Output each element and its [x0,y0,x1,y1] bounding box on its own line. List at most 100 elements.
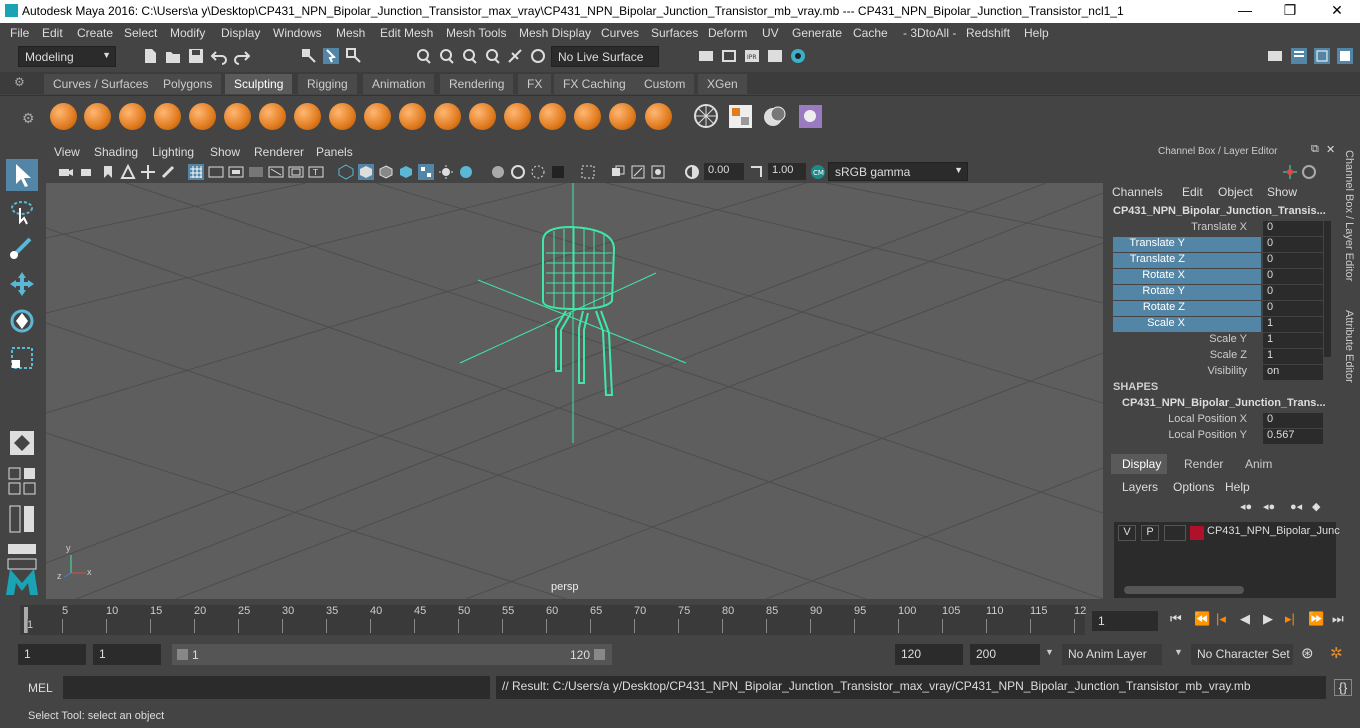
xray-icon[interactable] [490,164,506,180]
layer-name[interactable]: CP431_NPN_Bipolar_Junc [1207,525,1340,537]
attr-local-position-x[interactable]: Local Position X 0 [1113,413,1323,428]
sculpt-tool-icon[interactable] [50,103,77,130]
open-scene-icon[interactable] [164,47,182,65]
attr-translate-y[interactable]: Translate Y 0 [1113,237,1323,252]
toggle-tool-settings-icon[interactable] [1313,47,1331,65]
hypershade-icon[interactable] [789,47,807,65]
time-slider[interactable]: 1 5 10 15 20 25 30 35 40 45 50 55 60 65 70 75 80 85 90 95 10… [0,601,1360,637]
attr-scale-x[interactable]: Scale X 1 [1113,317,1323,332]
layer-menu-options[interactable]: Options [1173,480,1214,494]
play-backwards-icon[interactable]: ◀ [1240,611,1250,627]
go-to-end-icon[interactable]: ⏭ [1332,611,1344,627]
layer-tab-display[interactable]: Display [1111,454,1167,474]
grid-icon[interactable] [188,164,204,180]
bulge-tool-icon[interactable] [574,103,601,130]
chevron-down-icon[interactable]: ▼ [1174,647,1183,657]
fill-tool-icon[interactable] [469,103,496,130]
live-surface-field[interactable]: No Live Surface [551,46,659,67]
channel-box-toggle-icon[interactable] [1281,163,1299,181]
color-management-icon[interactable]: CM [810,164,826,180]
layout-outliner-icon[interactable] [6,503,38,535]
snap-live-icon[interactable] [506,47,524,65]
grab-tool-icon[interactable] [154,103,181,130]
spray-tool-icon[interactable] [294,103,321,130]
sculpt-grid-icon[interactable] [727,103,754,130]
attr-value[interactable]: 0 [1263,285,1323,300]
menu-display[interactable]: Display [221,26,260,40]
range-end-handle[interactable] [594,649,605,660]
menu-edit[interactable]: Edit [42,26,63,40]
shelf-tab-custom[interactable]: Custom [635,74,695,94]
gamma-icon[interactable] [748,164,764,180]
layer-tab-render[interactable]: Render [1172,454,1230,474]
menu-generate[interactable]: Generate [792,26,842,40]
new-scene-icon[interactable] [141,47,159,65]
exposure-icon[interactable] [684,164,700,180]
maximize-button[interactable]: ❐ [1275,2,1305,20]
layer-display-type-toggle[interactable] [1164,525,1186,541]
cb-menu-object[interactable]: Object [1218,185,1253,199]
attr-value[interactable]: 0 [1263,237,1323,252]
repeat-tool-icon[interactable] [329,103,356,130]
menu-surfaces[interactable]: Surfaces [651,26,698,40]
go-to-start-icon[interactable]: ⏮ [1170,611,1182,627]
menu-modify[interactable]: Modify [170,26,205,40]
move-layer-down-icon[interactable]: ◂● [1263,500,1275,513]
attr-value[interactable]: on [1263,365,1323,380]
float-panel-icon[interactable]: ⧉ [1311,143,1319,156]
xray-joints-icon[interactable] [510,164,526,180]
toggle-attribute-editor-icon[interactable] [1290,47,1308,65]
attr-rotate-x[interactable]: Rotate X 0 [1113,269,1323,284]
menu-edit-mesh[interactable]: Edit Mesh [380,26,433,40]
grease-pencil-icon[interactable] [160,164,176,180]
exposure-field[interactable]: 0.00 [704,163,744,180]
shadows-icon[interactable] [438,164,454,180]
mode-selector[interactable]: Modeling ▼ [18,46,116,67]
step-forward-key-icon[interactable]: ⏩ [1308,611,1324,627]
close-panel-icon[interactable]: ✕ [1326,143,1335,156]
auto-key-icon[interactable]: ⊛ [1301,644,1314,662]
menu-help[interactable]: Help [1024,26,1049,40]
playback-start-field[interactable]: 1 [93,644,161,665]
amplify-tool-icon[interactable] [609,103,636,130]
layer-visibility-toggle[interactable]: V [1118,525,1136,541]
toggle-channel-box-icon[interactable] [1336,47,1354,65]
wireframe-icon[interactable] [338,164,354,180]
save-scene-icon[interactable] [187,47,205,65]
gate-mask-icon[interactable] [248,164,264,180]
layer-list-scrollbar[interactable] [1124,586,1244,594]
attr-rotate-y[interactable]: Rotate Y 0 [1113,285,1323,300]
menu-3dtoall[interactable]: - 3DtoAll - [903,26,956,40]
attr-value[interactable]: 0 [1263,413,1323,428]
shelf-tab-animation[interactable]: Animation [363,74,435,94]
cb-menu-show[interactable]: Show [1267,185,1297,199]
rotate-tool-icon[interactable] [6,305,38,337]
layer-tab-anim[interactable]: Anim [1233,454,1281,474]
smooth-tool-icon[interactable] [84,103,111,130]
bookmark-icon[interactable] [100,164,116,180]
menu-file[interactable]: File [10,26,29,40]
menu-curves[interactable]: Curves [601,26,639,40]
current-frame-field[interactable]: 1 [1092,611,1158,631]
pinch-tool-icon[interactable] [189,103,216,130]
attr-value[interactable]: 0 [1263,269,1323,284]
shelf-tab-fx[interactable]: FX [518,74,552,94]
menu-windows[interactable]: Windows [273,26,322,40]
gamma-field[interactable]: 1.00 [768,163,806,180]
move-tool-icon[interactable] [6,268,38,300]
new-layer-icon[interactable]: ●◂ [1290,500,1302,513]
panel-menu-shading[interactable]: Shading [94,145,138,159]
safe-action-icon[interactable] [288,164,304,180]
menu-select[interactable]: Select [124,26,157,40]
layout-single-icon[interactable] [6,427,38,459]
color-space-dropdown[interactable]: sRGB gamma ▼ [828,162,968,181]
snap-curve-icon[interactable] [437,47,455,65]
shelf-menu-icon[interactable]: ⚙ [14,75,25,89]
menu-mesh-tools[interactable]: Mesh Tools [446,26,506,40]
redo-icon[interactable] [233,47,251,65]
ambient-occlusion-icon[interactable] [458,164,474,180]
multisample-aa-icon[interactable] [630,164,646,180]
film-gate-icon[interactable] [208,164,224,180]
side-tab-attribute-editor[interactable]: Attribute Editor [1343,310,1355,400]
panel-menu-show[interactable]: Show [210,145,240,159]
